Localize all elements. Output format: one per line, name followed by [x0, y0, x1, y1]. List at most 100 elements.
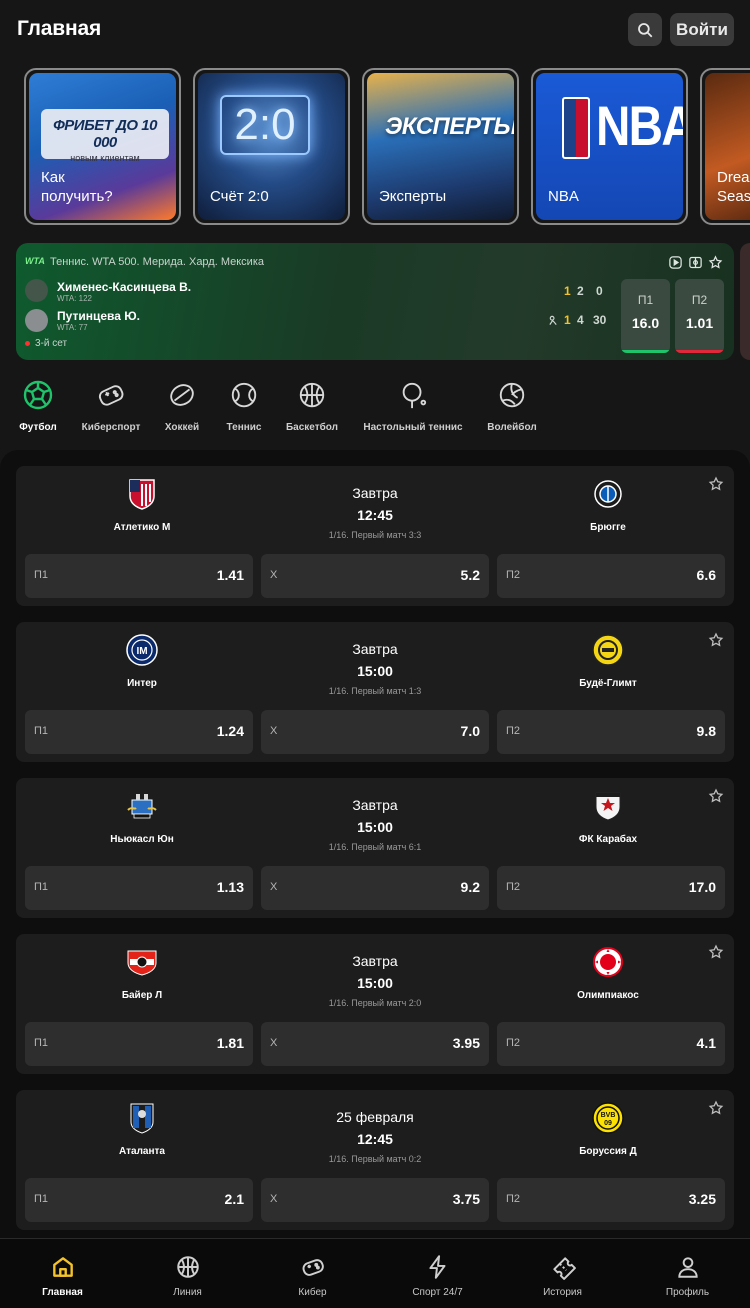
- tab-basketball[interactable]: Баскетбол: [282, 374, 342, 433]
- bet-draw-button[interactable]: Х 9.2: [261, 866, 489, 910]
- games-score: 2: [577, 284, 584, 298]
- lightning-icon: [424, 1253, 452, 1281]
- match-card[interactable]: IM Интер Завтра 15:00 1/16. Первый матч …: [16, 622, 734, 762]
- bet-label: Х: [270, 569, 278, 581]
- nav-label: История: [543, 1287, 582, 1298]
- games-score: 4: [577, 313, 584, 327]
- tab-table-tennis[interactable]: Настольный теннис: [360, 374, 466, 433]
- story-card[interactable]: 2:0 Счёт 2:0: [193, 68, 350, 225]
- bet-odd: 7.0: [460, 723, 480, 739]
- bet-p1-button[interactable]: П1 1.24: [25, 710, 253, 754]
- league-logo: WTA: [25, 256, 45, 266]
- favorite-star-icon[interactable]: [708, 944, 724, 960]
- tab-tennis[interactable]: Теннис: [214, 374, 274, 433]
- search-button[interactable]: [628, 13, 662, 46]
- login-button[interactable]: Войти: [670, 13, 734, 46]
- header: Главная Войти: [0, 0, 750, 60]
- story-art-text: NBA: [596, 94, 683, 157]
- svg-text:IM: IM: [136, 646, 147, 657]
- story-card[interactable]: ЭКСПЕРТЫ Эксперты: [362, 68, 519, 225]
- page-title: Главная: [17, 17, 102, 40]
- tab-volleyball[interactable]: Волейбол: [482, 374, 542, 433]
- bet-draw-button[interactable]: Х 3.95: [261, 1022, 489, 1066]
- live-match-card[interactable]: WTA Теннис. WTA 500. Мерида. Хард. Мекси…: [16, 243, 734, 360]
- match-status: 3-й сет: [25, 338, 67, 349]
- bet-p1-button[interactable]: П1 1.81: [25, 1022, 253, 1066]
- match-day: Завтра: [352, 953, 398, 969]
- nav-cyber[interactable]: Кибер: [250, 1239, 375, 1308]
- match-card[interactable]: Байер Л Завтра 15:00 1/16. Первый матч 2…: [16, 934, 734, 1074]
- bet-p2-button[interactable]: П2 4.1: [497, 1022, 725, 1066]
- bet-odd: 1.41: [216, 567, 244, 583]
- nav-label: Профиль: [665, 1287, 710, 1298]
- ball-icon: [174, 1253, 202, 1281]
- bet-label: Х: [270, 881, 278, 893]
- svg-text:09: 09: [604, 1120, 612, 1127]
- bet-draw-button[interactable]: Х 5.2: [261, 554, 489, 598]
- bet-p1-button[interactable]: П1 2.1: [25, 1178, 253, 1222]
- nba-logo-icon: [562, 97, 590, 159]
- tab-label: Настольный теннис: [363, 422, 463, 433]
- favorite-star-icon[interactable]: [708, 788, 724, 804]
- brugge-logo-icon: [592, 478, 624, 510]
- bet-p1-button[interactable]: П1 1.41: [25, 554, 253, 598]
- bet-label: П1: [34, 881, 49, 893]
- match-stage: 1/16. Первый матч 3:3: [328, 530, 422, 540]
- nav-profile[interactable]: Профиль: [625, 1239, 750, 1308]
- match-card[interactable]: Аталанта 25 февраля 12:45 1/16. Первый м…: [16, 1090, 734, 1230]
- bet-odd: 17.0: [688, 879, 716, 895]
- bet-odd: 2.1: [224, 1191, 244, 1207]
- inter-logo-icon: IM: [126, 634, 158, 666]
- stories-carousel[interactable]: ФРИБЕТ ДО 10 000 новым клиентам Как полу…: [24, 68, 750, 226]
- match-time: 12:45: [357, 1131, 393, 1147]
- star-icon[interactable]: [707, 254, 723, 270]
- bet-odd: 1.13: [216, 879, 244, 895]
- promo-subtitle: новым клиентам: [70, 153, 140, 163]
- svg-text:BVB: BVB: [601, 1112, 616, 1119]
- match-stage: 1/16. Первый матч 6:1: [328, 842, 422, 852]
- story-card[interactable]: ФРИБЕТ ДО 10 000 новым клиентам Как полу…: [24, 68, 181, 225]
- tab-esports[interactable]: Киберспорт: [76, 374, 146, 433]
- tab-football[interactable]: Футбол: [8, 374, 68, 433]
- match-card[interactable]: Ньюкасл Юн Завтра 15:00 1/16. Первый мат…: [16, 778, 734, 918]
- story-card[interactable]: NBA NBA: [531, 68, 688, 225]
- tab-label: Теннис: [226, 422, 262, 433]
- match-card[interactable]: Атлетико М Завтра 12:45 1/16. Первый мат…: [16, 466, 734, 606]
- bet-label: П2: [506, 1037, 521, 1049]
- story-label: Эксперты: [379, 188, 447, 205]
- bet-p2-button[interactable]: П2 3.25: [497, 1178, 725, 1222]
- field-icon[interactable]: [687, 254, 703, 270]
- bet-odd: 9.2: [460, 879, 480, 895]
- bet-p2-button[interactable]: П2 9.8: [497, 710, 725, 754]
- nav-history[interactable]: История: [500, 1239, 625, 1308]
- nav-home[interactable]: Главная: [0, 1239, 125, 1308]
- story-label: NBA: [548, 188, 579, 205]
- dortmund-logo-icon: BVB 09: [592, 1102, 624, 1134]
- favorite-star-icon[interactable]: [708, 632, 724, 648]
- bet-label: П1: [34, 1193, 49, 1205]
- favorite-star-icon[interactable]: [708, 476, 724, 492]
- nav-sport-24-7[interactable]: Спорт 24/7: [375, 1239, 500, 1308]
- favorite-star-icon[interactable]: [708, 1100, 724, 1116]
- bet-p1-button[interactable]: П1 1.13: [25, 866, 253, 910]
- video-icon[interactable]: [667, 254, 683, 270]
- live-dot-icon: [25, 341, 30, 346]
- next-live-card[interactable]: [740, 243, 750, 360]
- hockey-puck-icon: [165, 378, 199, 412]
- match-day: Завтра: [352, 485, 398, 501]
- bet-p2-button[interactable]: П2 17.0: [497, 866, 725, 910]
- bet-label: П1: [34, 569, 49, 581]
- odd-p2-button[interactable]: П2 1.01: [675, 279, 724, 353]
- story-art-text: ЭКСПЕРТЫ: [385, 113, 514, 140]
- story-card[interactable]: Drea Seas: [700, 68, 750, 225]
- tab-hockey[interactable]: Хоккей: [152, 374, 212, 433]
- story-label: Счёт 2:0: [210, 188, 269, 205]
- home-team: Атлетико М: [113, 522, 171, 533]
- bottom-navigation: Главная Линия Кибер Спорт 24/7 История П…: [0, 1238, 750, 1308]
- nav-line[interactable]: Линия: [125, 1239, 250, 1308]
- bet-p2-button[interactable]: П2 6.6: [497, 554, 725, 598]
- odd-p1-button[interactable]: П1 16.0: [621, 279, 670, 353]
- bet-draw-button[interactable]: Х 3.75: [261, 1178, 489, 1222]
- bet-draw-button[interactable]: Х 7.0: [261, 710, 489, 754]
- olympiacos-logo-icon: [592, 946, 624, 978]
